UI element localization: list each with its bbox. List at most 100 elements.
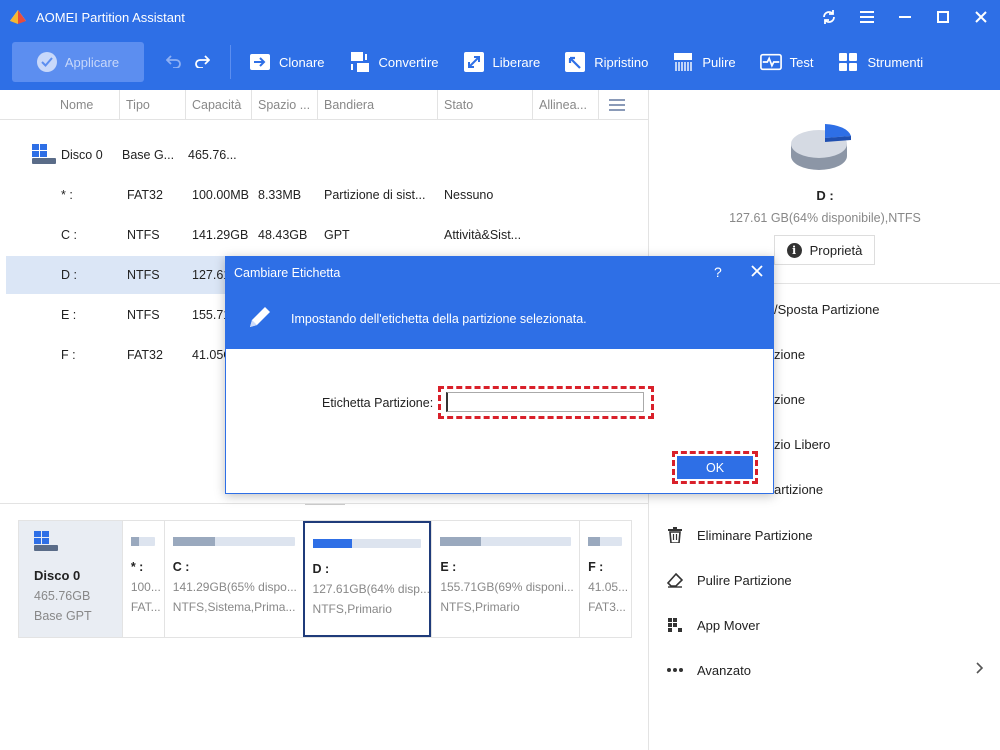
apply-button[interactable]: Applicare	[12, 42, 144, 82]
partition-block[interactable]: F : 41.05... FAT3...	[579, 521, 631, 637]
undo-icon[interactable]	[165, 54, 182, 71]
redo-icon[interactable]	[194, 54, 211, 71]
resize-grip[interactable]	[305, 504, 345, 507]
usage-fill	[130, 537, 140, 546]
maximize-button[interactable]	[924, 0, 962, 34]
properties-button[interactable]: i Proprietà	[774, 235, 875, 265]
partition-name: * :	[61, 188, 73, 202]
partition-block-label: F :	[588, 560, 604, 574]
disk-card-type: Base GPT	[34, 609, 92, 623]
partition-block[interactable]: C : 141.29GB(65% dispo... NTFS,Sistema,P…	[163, 521, 303, 637]
column-header-used[interactable]: Spazio ...	[252, 89, 318, 120]
usage-fill	[312, 539, 352, 548]
op-allocate-free-space[interactable]: zio Libero	[774, 437, 830, 452]
wipe-partition-button[interactable]: Pulire Partizione	[667, 569, 792, 591]
recovery-icon	[564, 51, 586, 73]
partition-name: F :	[61, 348, 76, 362]
test-label: Test	[789, 54, 814, 70]
partition-flag: Partizione di sist...	[324, 188, 426, 202]
partition-block-fs: FAT...	[130, 600, 161, 614]
toolbar: Applicare Clonare Convertire Liberare Ri…	[0, 34, 1000, 90]
clean-button[interactable]: Pulire	[660, 42, 747, 82]
op-split-partition[interactable]: zione	[774, 392, 805, 407]
app-mover-icon	[667, 617, 683, 633]
op-resize-move-partition[interactable]: /Sposta Partizione	[774, 302, 880, 317]
partition-name: E :	[61, 308, 77, 322]
free-up-icon	[463, 51, 485, 73]
free-up-button[interactable]: Liberare	[451, 42, 553, 82]
usage-bar	[130, 537, 155, 546]
column-header-status[interactable]: Stato	[438, 89, 533, 120]
partition-block-fs: FAT3...	[588, 600, 626, 614]
clean-label: Pulire	[702, 54, 736, 70]
app-title: AOMEI Partition Assistant	[36, 9, 185, 25]
disk-usage-pie-icon	[789, 122, 855, 177]
disk-row[interactable]: Disco 0 Base G... 465.76...	[6, 136, 648, 174]
menu-icon[interactable]	[848, 0, 886, 34]
disk-card[interactable]: Disco 0 465.76GB Base GPT	[19, 521, 122, 637]
table-row[interactable]: * : FAT32 100.00MB 8.33MB Partizione di …	[6, 176, 648, 214]
chevron-right-icon[interactable]	[976, 662, 984, 677]
partition-type: NTFS	[127, 228, 160, 242]
test-icon	[759, 51, 782, 73]
partition-block[interactable]: E : 155.71GB(69% disponi... NTFS,Primari…	[431, 521, 579, 637]
column-header-capacity[interactable]: Capacità	[186, 89, 252, 120]
free-up-label: Liberare	[492, 54, 541, 70]
usage-fill	[172, 537, 216, 546]
op-copy-partition[interactable]: artizione	[774, 482, 823, 497]
app-mover-button[interactable]: App Mover	[667, 614, 760, 636]
disk-name: Disco 0	[61, 148, 103, 162]
partition-block[interactable]: * : 100... FAT...	[121, 521, 164, 637]
recovery-button[interactable]: Ripristino	[552, 42, 660, 82]
partition-name: D :	[61, 268, 77, 282]
table-row[interactable]: C : NTFS 141.29GB 48.43GB GPT Attività&S…	[6, 216, 648, 254]
dialog-header: Cambiare Etichetta ? Impostando dell'eti…	[226, 257, 773, 349]
wipe-partition-label: Pulire Partizione	[697, 572, 792, 588]
clone-button[interactable]: Clonare	[237, 42, 337, 82]
partition-type: NTFS	[127, 308, 160, 322]
delete-partition-button[interactable]: Eliminare Partizione	[667, 524, 813, 546]
partition-type: FAT32	[127, 188, 163, 202]
column-header-name[interactable]: Nome	[0, 89, 120, 120]
usage-bar	[588, 537, 623, 546]
partition-block-label: D :	[312, 562, 330, 576]
title-bar: AOMEI Partition Assistant	[0, 0, 1000, 34]
info-icon: i	[786, 242, 802, 258]
column-header-type[interactable]: Tipo	[120, 89, 186, 120]
partition-status: Attività&Sist...	[444, 228, 522, 242]
column-settings-icon[interactable]	[599, 90, 644, 120]
refresh-icon[interactable]	[810, 0, 848, 34]
partition-label-input[interactable]	[446, 392, 644, 412]
dialog-title: Cambiare Etichetta	[234, 266, 341, 280]
close-button[interactable]	[962, 0, 1000, 34]
convert-label: Convertire	[378, 54, 439, 70]
convert-button[interactable]: Convertire	[337, 42, 451, 82]
column-header-alignment[interactable]: Allinea...	[533, 89, 599, 120]
op-merge-partition[interactable]: zione	[774, 347, 805, 362]
dialog-description: Impostando dell'etichetta della partizio…	[291, 312, 587, 326]
advanced-button[interactable]: Avanzato	[667, 659, 751, 681]
help-icon[interactable]: ?	[714, 264, 722, 280]
partition-type: FAT32	[127, 348, 163, 362]
test-button[interactable]: Test	[748, 42, 826, 82]
partition-block-size: 100...	[130, 580, 161, 594]
pencil-icon	[246, 303, 274, 334]
convert-icon	[349, 51, 371, 73]
dialog-close-icon[interactable]	[751, 265, 763, 280]
partition-used: 8.33MB	[258, 188, 302, 202]
apply-label: Applicare	[64, 54, 120, 70]
partition-flag: GPT	[324, 228, 350, 242]
minimize-button[interactable]	[886, 0, 924, 34]
disk-card-name: Disco 0	[34, 568, 81, 583]
column-header-flag[interactable]: Bandiera	[318, 89, 438, 120]
selected-partition-name: D :	[816, 188, 834, 203]
toolbar-separator	[230, 45, 231, 79]
partition-block-fs: NTFS,Sistema,Prima...	[172, 600, 296, 614]
ok-button[interactable]: OK	[677, 456, 753, 479]
usage-bar	[440, 537, 572, 546]
partition-block-size: 141.29GB(65% dispo...	[172, 580, 297, 594]
partition-block-fs: NTFS,Primario	[312, 602, 392, 616]
partition-block-selected[interactable]: D : 127.61GB(64% disp... NTFS,Primario	[302, 521, 432, 637]
partition-type: NTFS	[127, 268, 160, 282]
tools-button[interactable]: Strumenti	[825, 42, 935, 82]
